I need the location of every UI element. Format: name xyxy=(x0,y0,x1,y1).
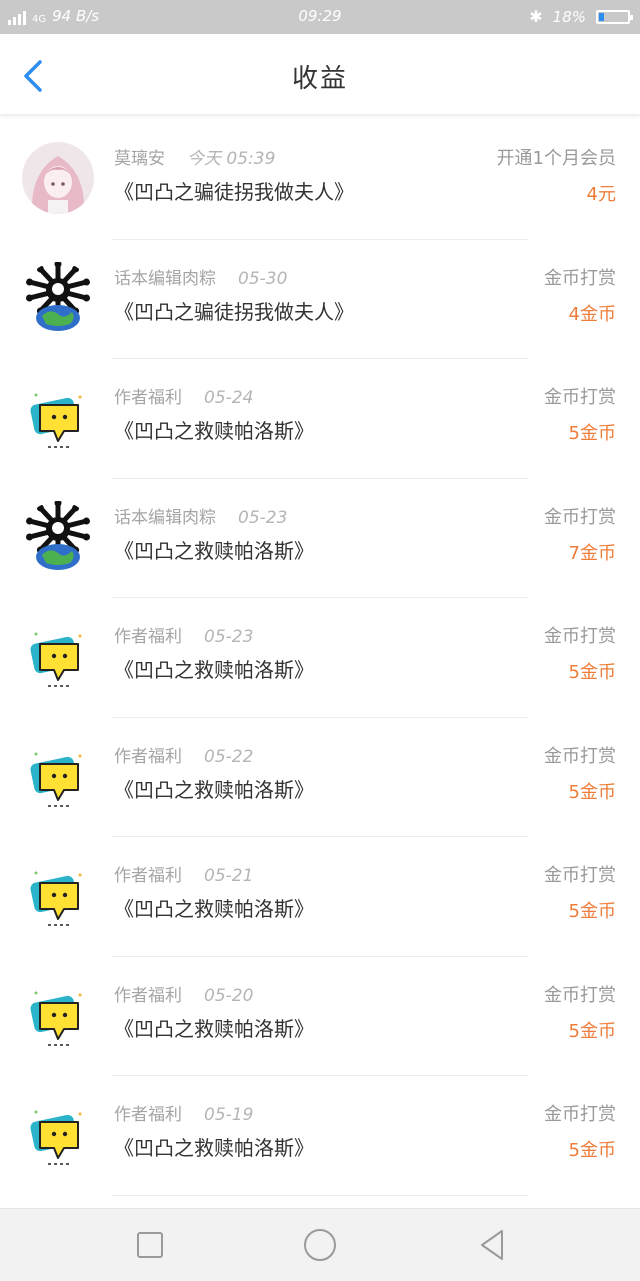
sender-name: 作者福利 xyxy=(114,1105,182,1125)
book-title: 《凹凸之救赎帕洛斯》 xyxy=(114,1016,314,1041)
system-nav-bar xyxy=(0,1208,640,1281)
earnings-list: 莫璃安 今天 05:39 《凹凸之骗徒拐我做夫人》 开通1个月会员 4元话本编辑肉粽 05… xyxy=(0,120,640,1196)
record-date: 05-24 xyxy=(204,388,254,408)
bluetooth-icon: ✱ xyxy=(529,7,543,26)
earning-record[interactable]: 作者福利 05-19 《凹凸之救赎帕洛斯》 金币打赏 5金币 xyxy=(0,1076,640,1196)
earning-type: 开通1个月会员 xyxy=(496,148,616,169)
earning-record[interactable]: 话本编辑肉粽 05-30 《凹凸之骗徒拐我做夫人》 金币打赏 4金币 xyxy=(0,240,640,359)
sender-name: 作者福利 xyxy=(114,985,182,1006)
record-date: 05-30 xyxy=(238,268,288,289)
header: 收益 xyxy=(0,34,640,115)
anime-girl-avatar xyxy=(22,142,94,214)
record-meta: 作者福利 05-24 xyxy=(114,383,253,408)
battery-icon xyxy=(596,9,633,24)
record-meta: 话本编辑肉粽 05-30 xyxy=(114,264,287,289)
earning-amount: 4金币 xyxy=(568,303,616,325)
sender-name: 话本编辑肉粽 xyxy=(114,268,216,289)
status-right: ✱ 18% xyxy=(529,7,633,26)
earning-record[interactable]: 话本编辑肉粽 05-23 《凹凸之救赎帕洛斯》 金币打赏 7金币 xyxy=(0,479,640,598)
book-title: 《凹凸之救赎帕洛斯》 xyxy=(114,777,314,802)
book-title: 《凹凸之骗徒拐我做夫人》 xyxy=(114,299,354,324)
earning-type: 金币打赏 xyxy=(544,626,616,647)
divider xyxy=(112,1194,528,1196)
record-meta: 作者福利 05-22 xyxy=(114,742,253,767)
earning-type: 金币打赏 xyxy=(544,387,616,408)
earning-type: 金币打赏 xyxy=(544,865,616,886)
back-triangle-icon xyxy=(481,1230,503,1260)
status-bar: 4G 94 B/s 09:29 ✱ 18% xyxy=(0,0,640,34)
record-date: 今天 05:39 xyxy=(187,149,276,169)
recent-apps-button[interactable] xyxy=(132,1227,168,1263)
yellow-chat-bubble-avatar xyxy=(22,620,94,692)
book-title: 《凹凸之救赎帕洛斯》 xyxy=(114,419,314,443)
earning-amount: 5金币 xyxy=(568,423,616,444)
sender-name: 作者福利 xyxy=(114,388,182,408)
earning-record[interactable]: 作者福利 05-24 《凹凸之救赎帕洛斯》 金币打赏 5金币 xyxy=(0,359,640,479)
spiky-earth-avatar xyxy=(22,500,94,573)
system-back-button[interactable] xyxy=(474,1227,510,1263)
earning-type: 金币打赏 xyxy=(544,506,616,528)
record-date: 05-19 xyxy=(204,1105,254,1125)
book-title: 《凹凸之骗徒拐我做夫人》 xyxy=(114,180,354,204)
record-meta: 话本编辑肉粽 05-23 xyxy=(114,503,287,528)
record-date: 05-22 xyxy=(204,746,254,767)
earning-amount: 4元 xyxy=(586,184,616,205)
earning-amount: 5金币 xyxy=(568,1020,616,1042)
recent-apps-icon xyxy=(137,1232,163,1258)
record-meta: 作者福利 05-21 xyxy=(114,861,253,886)
earning-record[interactable]: 作者福利 05-23 《凹凸之救赎帕洛斯》 金币打赏 5金币 xyxy=(0,598,640,718)
home-icon xyxy=(304,1229,336,1261)
book-title: 《凹凸之救赎帕洛斯》 xyxy=(114,658,314,682)
earning-amount: 7金币 xyxy=(568,542,616,564)
record-meta: 作者福利 05-20 xyxy=(114,981,253,1006)
earning-amount: 5金币 xyxy=(568,1140,616,1161)
earning-type: 金币打赏 xyxy=(544,1104,616,1125)
earning-record[interactable]: 作者福利 05-20 《凹凸之救赎帕洛斯》 金币打赏 5金币 xyxy=(0,957,640,1076)
record-date: 05-23 xyxy=(238,507,288,528)
record-meta: 莫璃安 今天 05:39 xyxy=(114,144,275,169)
earning-amount: 5金币 xyxy=(568,901,616,922)
earning-type: 金币打赏 xyxy=(544,984,616,1006)
earning-record[interactable]: 作者福利 05-22 《凹凸之救赎帕洛斯》 金币打赏 5金币 xyxy=(0,718,640,837)
sender-name: 作者福利 xyxy=(114,866,182,886)
page-title: 收益 xyxy=(291,64,348,94)
book-title: 《凹凸之救赎帕洛斯》 xyxy=(114,538,314,563)
book-title: 《凹凸之救赎帕洛斯》 xyxy=(114,1136,314,1160)
earning-amount: 5金币 xyxy=(568,781,616,803)
sender-name: 作者福利 xyxy=(114,627,182,647)
yellow-chat-bubble-avatar xyxy=(22,859,94,931)
yellow-chat-bubble-avatar xyxy=(22,739,94,812)
battery-percent: 18% xyxy=(552,7,586,26)
record-meta: 作者福利 05-23 xyxy=(114,622,253,647)
sender-name: 话本编辑肉粽 xyxy=(114,507,216,528)
sender-name: 莫璃安 xyxy=(114,149,165,169)
earning-record[interactable]: 作者福利 05-21 《凹凸之救赎帕洛斯》 金币打赏 5金币 xyxy=(0,837,640,957)
home-button[interactable] xyxy=(302,1227,338,1263)
sender-name: 作者福利 xyxy=(114,746,182,767)
yellow-chat-bubble-avatar xyxy=(22,978,94,1051)
record-meta: 作者福利 05-19 xyxy=(114,1100,253,1125)
yellow-chat-bubble-avatar xyxy=(22,1098,94,1170)
earning-type: 金币打赏 xyxy=(544,267,616,289)
record-date: 05-21 xyxy=(204,866,254,886)
yellow-chat-bubble-avatar xyxy=(22,381,94,453)
book-title: 《凹凸之救赎帕洛斯》 xyxy=(114,897,314,921)
record-date: 05-23 xyxy=(204,627,254,647)
earning-amount: 5金币 xyxy=(568,662,616,683)
record-date: 05-20 xyxy=(204,985,254,1006)
spiky-earth-avatar xyxy=(22,261,94,334)
earning-record[interactable]: 莫璃安 今天 05:39 《凹凸之骗徒拐我做夫人》 开通1个月会员 4元 xyxy=(0,120,640,240)
earning-type: 金币打赏 xyxy=(544,745,616,767)
